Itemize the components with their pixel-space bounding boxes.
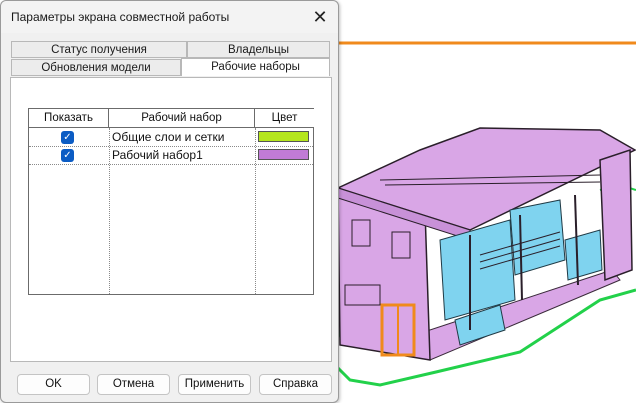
column-divider — [109, 128, 110, 294]
close-icon[interactable]: ✕ — [306, 4, 334, 30]
color-swatch[interactable] — [258, 149, 309, 160]
tab-status[interactable]: Статус получения — [11, 41, 187, 58]
tab-model-updates[interactable]: Обновления модели — [11, 59, 181, 76]
column-header-show[interactable]: Показать — [29, 109, 109, 128]
cancel-button[interactable]: Отмена — [97, 374, 170, 395]
show-checkbox[interactable]: ✓ — [61, 131, 74, 144]
row-divider — [29, 146, 313, 147]
dialog-titlebar: Параметры экрана совместной работы ✕ — [1, 1, 338, 33]
show-checkbox[interactable]: ✓ — [61, 149, 74, 162]
column-header-workset[interactable]: Рабочий набор — [109, 109, 255, 128]
worksets-panel: Показать Рабочий набор Цвет ✓ Общие слои… — [10, 77, 332, 362]
color-swatch[interactable] — [258, 131, 309, 142]
column-header-color[interactable]: Цвет — [255, 109, 314, 128]
dialog-title: Параметры экрана совместной работы — [11, 10, 230, 24]
tab-worksets[interactable]: Рабочие наборы — [181, 58, 330, 76]
row-divider — [29, 164, 313, 165]
workset-name: Рабочий набор1 — [112, 148, 203, 162]
help-button[interactable]: Справка — [259, 374, 332, 395]
workset-name: Общие слои и сетки — [112, 130, 225, 144]
collaboration-display-dialog: Параметры экрана совместной работы ✕ Ста… — [0, 0, 339, 403]
ok-button[interactable]: OK — [17, 374, 90, 395]
apply-button[interactable]: Применить — [178, 374, 251, 395]
tab-owners[interactable]: Владельцы — [187, 41, 330, 58]
column-divider — [255, 128, 256, 294]
worksets-table: Показать Рабочий набор Цвет ✓ Общие слои… — [28, 108, 314, 295]
